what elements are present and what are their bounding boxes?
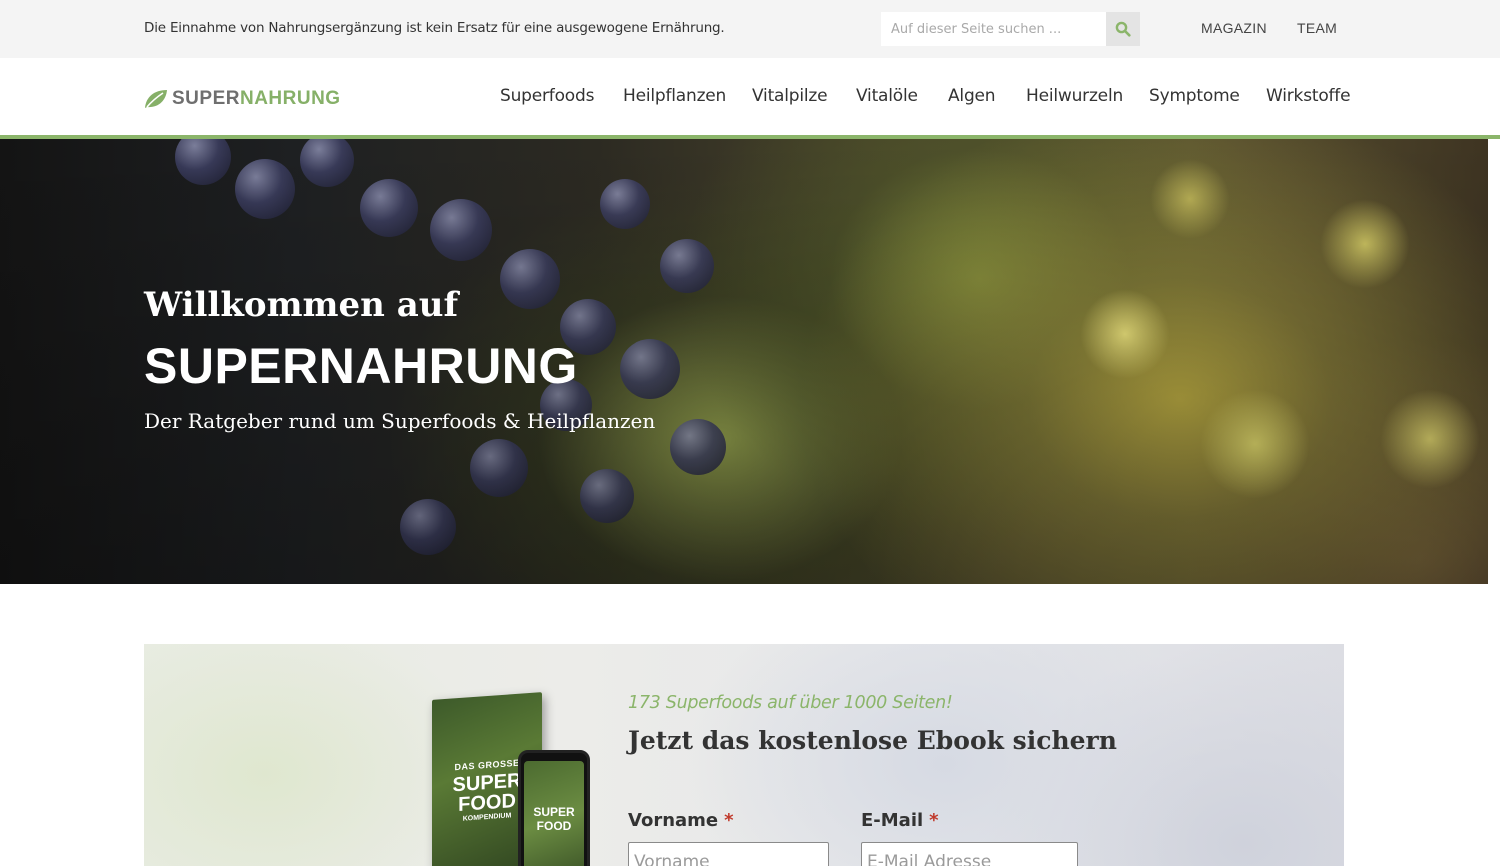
top-link-team[interactable]: TEAM [1297, 20, 1337, 36]
logo-text-super: SUPER [172, 88, 240, 109]
firstname-label-text: Vorname [628, 810, 719, 831]
disclaimer-text: Die Einnahme von Nahrungsergänzung ist k… [144, 20, 725, 36]
search-icon [1115, 21, 1131, 37]
nav-item-symptome[interactable]: Symptome [1149, 86, 1240, 106]
firstname-field[interactable] [628, 842, 829, 866]
nav-item-vitalpilze[interactable]: Vitalpilze [752, 86, 828, 106]
nav-item-heilpflanzen[interactable]: Heilpflanzen [623, 86, 726, 106]
search-button[interactable] [1106, 12, 1140, 46]
site-logo[interactable]: SUPERNAHRUNG [144, 88, 341, 110]
nav-item-algen[interactable]: Algen [948, 86, 996, 106]
search-form [881, 12, 1140, 46]
ebook-heading: Jetzt das kostenlose Ebook sichern [628, 726, 1117, 755]
main-navbar: SUPERNAHRUNG Superfoods Heilpflanzen Vit… [0, 58, 1500, 139]
search-input[interactable] [881, 12, 1106, 46]
nav-item-heilwurzeln[interactable]: Heilwurzeln [1026, 86, 1123, 106]
hero-subtitle: Der Ratgeber rund um Superfoods & Heilpf… [144, 409, 656, 433]
required-mark: * [929, 810, 939, 831]
hero-title: SUPERNAHRUNG [144, 338, 578, 394]
ebook-signup-section: DAS GROSSE SUPER FOOD KOMPENDIUM SUPER F… [144, 644, 1344, 866]
hero-banner: Willkommen auf SUPERNAHRUNG Der Ratgeber… [0, 139, 1488, 584]
leaf-icon [145, 90, 167, 108]
logo-text: SUPERNAHRUNG [172, 88, 341, 110]
required-mark: * [724, 810, 734, 831]
nav-item-superfoods[interactable]: Superfoods [500, 86, 594, 106]
logo-text-nahrung: NAHRUNG [239, 88, 341, 109]
email-label-text: E-Mail [861, 810, 924, 831]
ebook-tagline: 173 Superfoods auf über 1000 Seiten! [628, 693, 953, 713]
email-field[interactable] [861, 842, 1078, 866]
phone-screen-line: FOOD [536, 819, 572, 833]
phone-screen: SUPER FOOD [524, 761, 584, 866]
top-link-magazin[interactable]: MAGAZIN [1201, 20, 1267, 36]
nav-item-wirkstoffe[interactable]: Wirkstoffe [1266, 86, 1351, 106]
nav-item-vitaloele[interactable]: Vitalöle [856, 86, 918, 106]
ebook-phone-image: SUPER FOOD [518, 750, 590, 866]
phone-screen-line: SUPER [533, 805, 575, 819]
hero-welcome-text: Willkommen auf [144, 285, 459, 325]
firstname-label: Vorname * [628, 810, 734, 831]
email-label: E-Mail * [861, 810, 939, 831]
top-bar: Die Einnahme von Nahrungsergänzung ist k… [0, 0, 1500, 58]
